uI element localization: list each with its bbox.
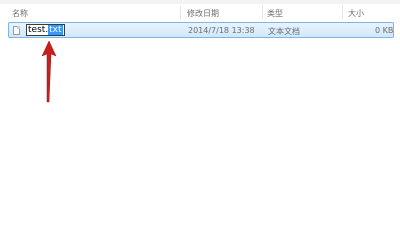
text-file-icon (13, 26, 20, 35)
column-header-size[interactable]: 大小 (348, 8, 364, 19)
file-type: 文本文档 (268, 27, 300, 36)
file-modified-date: 2014/7/18 13:38 (188, 26, 255, 35)
column-header-modified[interactable]: 修改日期 (187, 8, 219, 19)
column-separator[interactable] (180, 6, 181, 19)
column-header-name[interactable]: 名称 (12, 8, 28, 19)
column-separator[interactable] (342, 6, 343, 19)
column-separator[interactable] (262, 6, 263, 19)
column-header-type[interactable]: 类型 (267, 8, 283, 19)
column-header-bar: 名称 修改日期 类型 大小 (0, 4, 400, 19)
red-arrow-annotation (41, 40, 57, 103)
file-size: 0 KB (375, 26, 394, 35)
file-row-selected[interactable]: test. txt 2014/7/18 13:38 文本文档 0 KB (8, 22, 394, 38)
file-explorer-window: 名称 修改日期 类型 大小 test. txt 2014/7/18 13:38 文… (0, 0, 400, 250)
